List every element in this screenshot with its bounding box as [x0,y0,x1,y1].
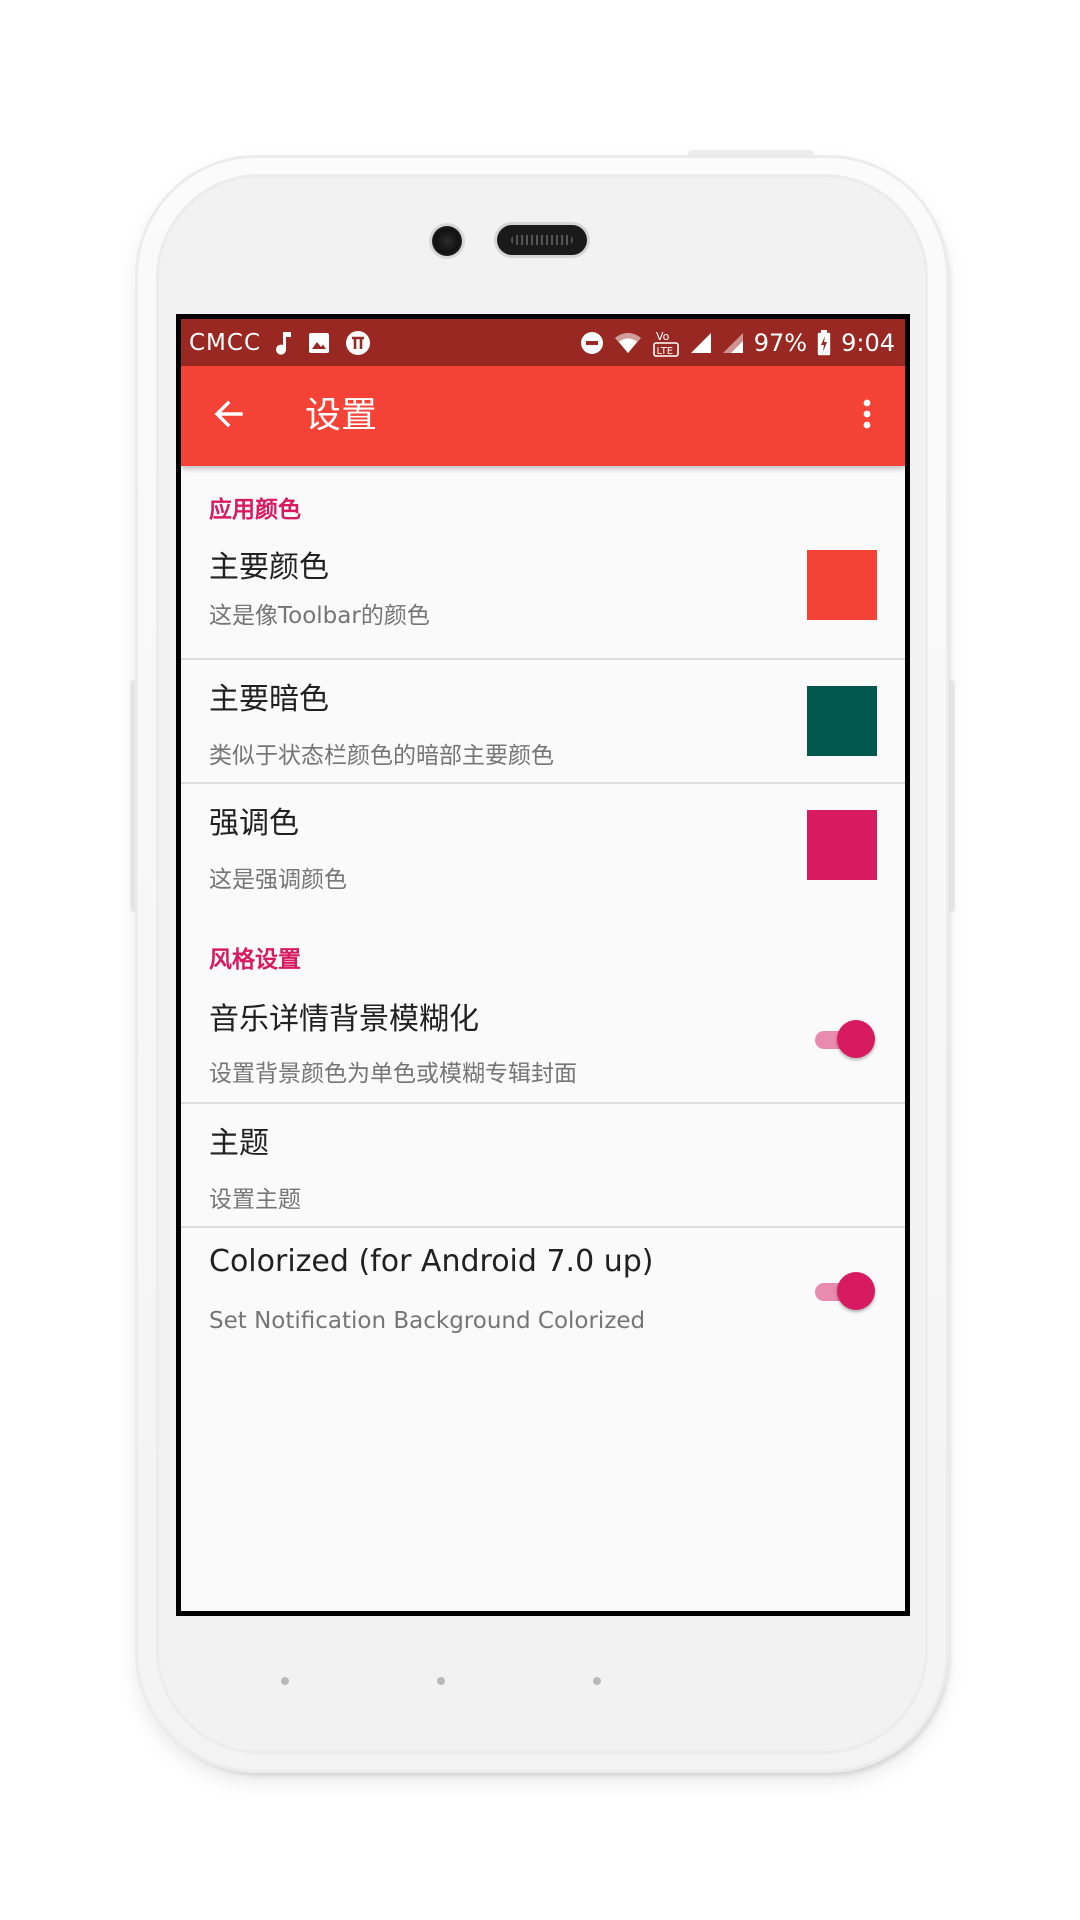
device-mockup: CMCC Vo LTE 97% 9:04 设置 应用颜色 主要颜色 这是像Too… [0,0,1080,1920]
pref-title: 主要暗色 [209,682,329,717]
svg-text:LTE: LTE [656,346,673,357]
battery-percent: 97% [753,328,808,357]
blur-background-switch[interactable] [811,1020,875,1060]
front-camera [432,226,462,256]
pref-colorized-notification[interactable]: Colorized (for Android 7.0 up) Set Notif… [181,1228,905,1352]
pref-summary: 设置主题 [209,1187,301,1213]
clock: 9:04 [841,328,895,357]
svg-text:Vo: Vo [656,330,670,343]
pref-primary-color[interactable]: 主要颜色 这是像Toolbar的颜色 [181,536,905,629]
music-note-icon [275,330,293,356]
switch-thumb [837,1272,875,1310]
primary-color-swatch[interactable] [807,550,877,620]
nav-dot-left[interactable] [281,1677,289,1685]
overflow-menu-button[interactable] [839,388,895,444]
colorized-notification-switch[interactable] [811,1272,875,1312]
pref-title: Colorized (for Android 7.0 up) [209,1244,654,1279]
battery-charging-icon [817,329,831,356]
wifi-icon [614,331,642,355]
volte-icon: Vo LTE [652,328,680,358]
pref-title: 音乐详情背景模糊化 [209,1002,479,1037]
settings-screen: CMCC Vo LTE 97% 9:04 设置 应用颜色 主要颜色 这是像Too… [181,319,905,1611]
do-not-disturb-icon [580,331,604,355]
back-button[interactable] [201,388,257,444]
section-header-app-colors: 应用颜色 [209,497,301,523]
pref-summary: Set Notification Background Colorized [209,1308,646,1334]
nav-dot-center[interactable] [437,1677,445,1685]
nav-dot-right[interactable] [593,1677,601,1685]
pref-theme[interactable]: 主题 设置主题 [181,1104,905,1224]
toolbar: 设置 [181,366,905,466]
back-arrow-icon [214,399,244,433]
earpiece-speaker [497,225,587,255]
primary-dark-color-swatch[interactable] [807,686,877,756]
pref-accent-color[interactable]: 强调色 这是强调颜色 [181,784,905,904]
pref-primary-dark-color[interactable]: 主要暗色 类似于状态栏颜色的暗部主要颜色 [181,660,905,780]
switch-thumb [837,1020,875,1058]
pref-summary: 设置背景颜色为单色或模糊专辑封面 [209,1061,577,1087]
pref-title: 强调色 [209,806,299,841]
section-header-style: 风格设置 [209,947,301,973]
pref-title: 主题 [209,1126,269,1161]
signal-icon [722,332,744,354]
status-bar: CMCC Vo LTE 97% 9:04 [181,319,905,366]
app-notification-icon [345,330,371,356]
carrier-label: CMCC [189,329,262,356]
pref-summary: 这是像Toolbar的颜色 [209,603,430,629]
pref-title: 主要颜色 [209,550,329,585]
signal-icon [690,332,712,354]
pref-blur-background[interactable]: 音乐详情背景模糊化 设置背景颜色为单色或模糊专辑封面 [181,984,905,1100]
page-title: 设置 [305,395,378,436]
more-vert-icon [862,398,872,434]
pref-summary: 这是强调颜色 [209,867,347,893]
screen: CMCC Vo LTE 97% 9:04 设置 应用颜色 主要颜色 这是像Too… [176,314,910,1616]
image-icon [307,331,331,355]
accent-color-swatch[interactable] [807,810,877,880]
pref-summary: 类似于状态栏颜色的暗部主要颜色 [209,743,554,769]
